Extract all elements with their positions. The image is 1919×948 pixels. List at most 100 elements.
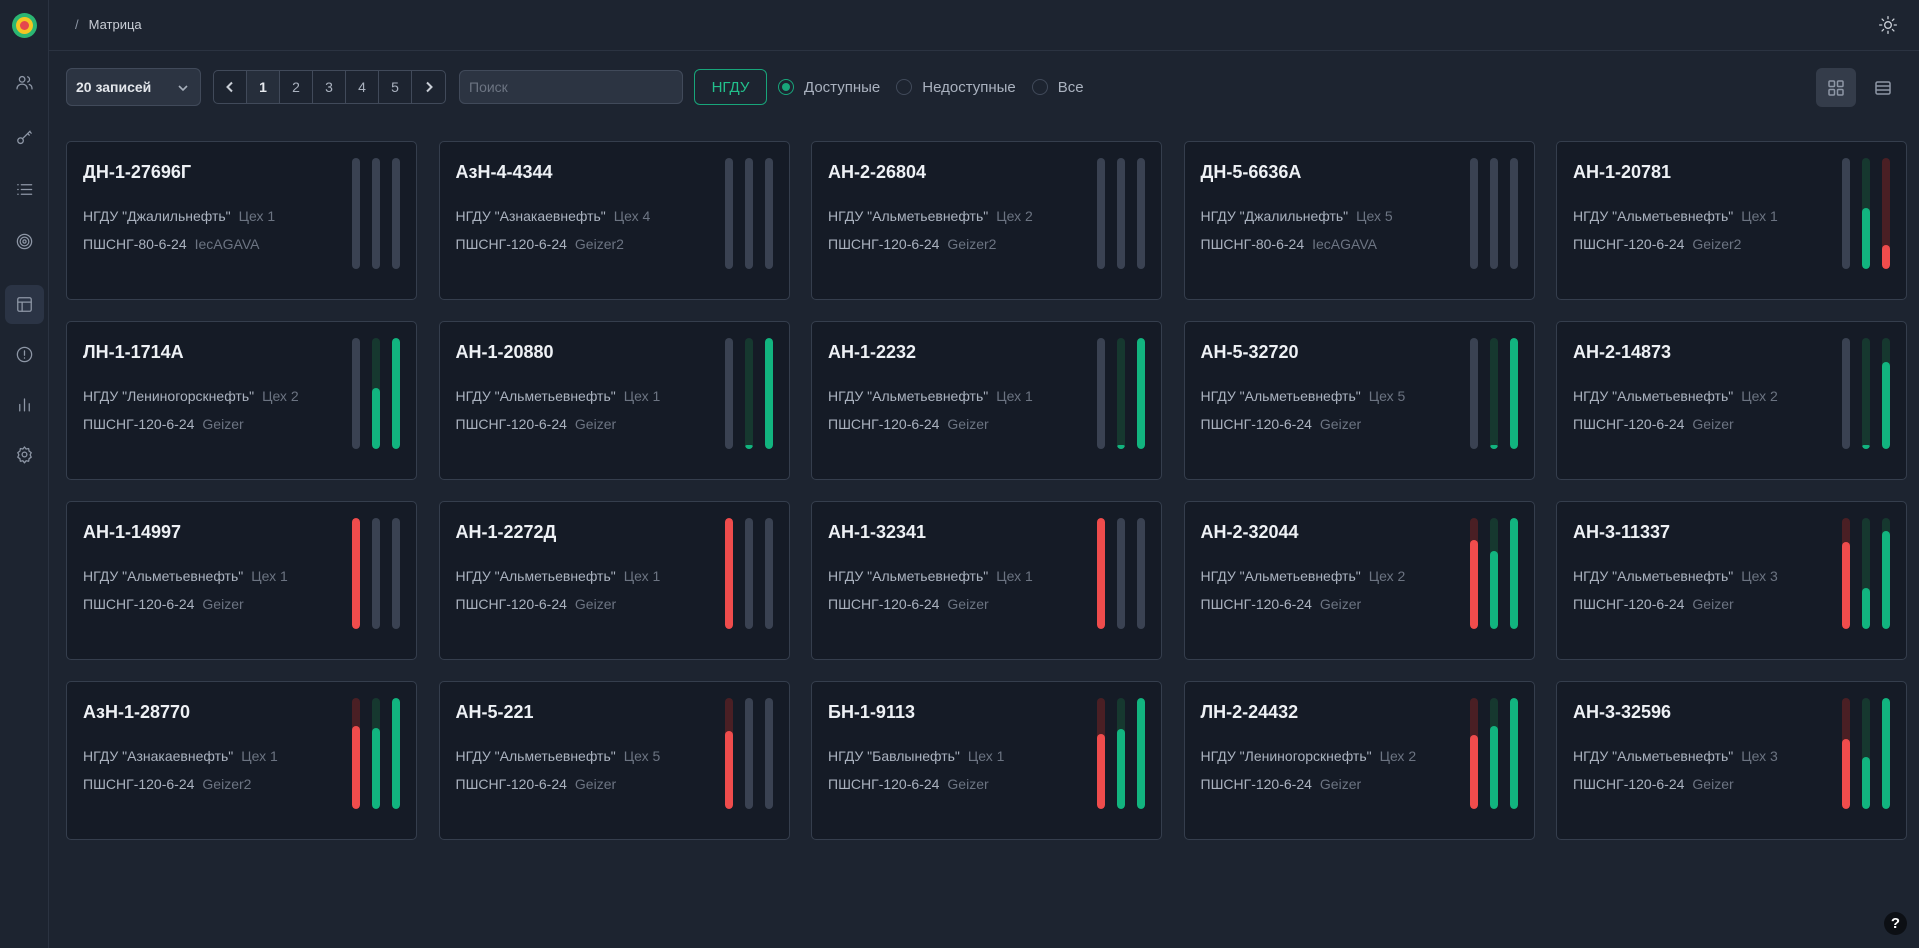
sidebar-item-stats[interactable]	[5, 385, 44, 424]
station-card[interactable]: АН-2-26804 НГДУ "Альметьевнефть" Цех 2 ПШСН…	[811, 141, 1162, 300]
station-model: ПШСНГ-120-6-24	[1573, 236, 1685, 252]
station-card[interactable]: АН-1-2272Д НГДУ "Альметьевнефть" Цех 1 ПШСН…	[438, 501, 790, 660]
help-button[interactable]: ?	[1884, 912, 1907, 935]
next-page-button[interactable]	[412, 71, 445, 103]
station-card[interactable]: ДН-1-27696Г НГДУ "Джалильнефть" Цех 1 ПШСНГ…	[66, 141, 417, 300]
app-logo[interactable]	[12, 13, 37, 38]
sidebar-item-target[interactable]	[5, 222, 44, 261]
status-bar-grey	[744, 518, 753, 629]
status-bar-fill	[1882, 698, 1890, 809]
station-ngdu: НГДУ "Джалильнефть"	[1200, 208, 1349, 224]
radio-all[interactable]: Все	[1031, 79, 1084, 96]
status-bar-green	[1117, 698, 1125, 809]
key-icon	[17, 130, 32, 145]
status-bar-fill	[1097, 734, 1105, 809]
station-card[interactable]: АН-1-2232 НГДУ "Альметьевнефть" Цех 1 ПШСНГ…	[811, 321, 1162, 480]
station-card[interactable]: АзН-1-28770 НГДУ "Азнакаевнефть" Цех 1 ПШСН…	[66, 681, 417, 840]
theme-toggle-button[interactable]	[1876, 13, 1900, 37]
station-card[interactable]: АН-5-221 НГДУ "Альметьевнефть" Цех 5 ПШСНГ-…	[438, 681, 790, 840]
grid-view-button[interactable]	[1816, 68, 1856, 107]
station-card[interactable]: АН-1-20880 НГДУ "Альметьевнефть" Цех 1 ПШСН…	[438, 321, 790, 480]
page-button[interactable]: 3	[313, 71, 346, 103]
station-name: АН-1-32341	[828, 522, 927, 542]
station-device: Geizer2	[947, 236, 997, 252]
station-ngdu-line: НГДУ "Альметьевнефть" Цех 2	[828, 208, 1033, 224]
status-bars	[352, 338, 400, 449]
radio-available[interactable]: Доступные	[778, 79, 880, 96]
ngdu-filter-button[interactable]: НГДУ	[694, 69, 767, 105]
station-card[interactable]: АН-3-32596 НГДУ "Альметьевнефть" Цех 3 ПШСН…	[1556, 681, 1907, 840]
station-model-line: ПШСНГ-120-6-24 Geizer2	[83, 776, 251, 792]
station-card[interactable]: АзН-4-4344 НГДУ "Азнакаевнефть" Цех 4 ПШСНГ…	[438, 141, 790, 300]
list-view-button[interactable]	[1863, 68, 1903, 107]
sidebar-item-matrix[interactable]	[5, 285, 44, 324]
search-input[interactable]	[459, 70, 683, 104]
station-device: Geizer	[1692, 776, 1734, 792]
station-model: ПШСНГ-120-6-24	[1573, 596, 1685, 612]
page-button[interactable]: 2	[280, 71, 313, 103]
sidebar-item-alerts[interactable]	[5, 335, 44, 374]
status-bar-fill	[1469, 540, 1478, 629]
station-card[interactable]: ЛН-2-24432 НГДУ "Лениногорскнефть" Цех 2 ПШ…	[1183, 681, 1535, 840]
station-ngdu: НГДУ "Альметьевнефть"	[828, 568, 989, 584]
station-ngdu: НГДУ "Джалильнефть"	[83, 208, 231, 224]
status-bar-fill	[352, 518, 360, 629]
station-name: АзН-4-4344	[455, 162, 553, 182]
status-bar-fill	[1862, 445, 1870, 449]
page-button[interactable]: 1	[247, 71, 280, 103]
status-bar-green	[1882, 698, 1890, 809]
status-bar-grey	[744, 698, 753, 809]
station-ngdu-line: НГДУ "Альметьевнефть" Цех 1	[828, 388, 1033, 404]
status-bar-fill	[1842, 739, 1850, 809]
station-card[interactable]: АН-3-11337 НГДУ "Альметьевнефть" Цех 3 ПШСН…	[1556, 501, 1907, 660]
radio-unavailable[interactable]: Недоступные	[896, 79, 1016, 96]
status-bar-fill	[1842, 542, 1850, 629]
station-card[interactable]: АН-1-14997 НГДУ "Альметьевнефть" Цех 1 ПШСН…	[66, 501, 417, 660]
radio-indicator	[896, 79, 913, 95]
status-bar-fill	[1882, 245, 1890, 269]
station-model: ПШСНГ-120-6-24	[1573, 416, 1685, 432]
station-model-line: ПШСНГ-120-6-24 Geizer	[1201, 416, 1362, 432]
station-card[interactable]: АН-2-32044 НГДУ "Альметьевнефть" Цех 2 ПШСН…	[1183, 501, 1535, 660]
status-bar-fill	[372, 728, 380, 809]
breadcrumb-current[interactable]: Матрица	[89, 17, 142, 32]
station-card[interactable]: ДН-5-6636А НГДУ "Джалильнефть" Цех 5 ПШСНГ-…	[1183, 141, 1535, 300]
station-shop: Цех 1	[238, 208, 276, 224]
station-device: Geizer	[1319, 596, 1362, 612]
status-bars	[1842, 158, 1890, 269]
sidebar-item-list[interactable]	[5, 170, 44, 209]
sidebar-item-settings[interactable]	[5, 435, 44, 474]
station-model-line: ПШСНГ-120-6-24 Geizer	[828, 776, 989, 792]
station-model: ПШСНГ-120-6-24	[828, 596, 940, 612]
station-name: ЛН-2-24432	[1200, 702, 1299, 722]
station-model-line: ПШСНГ-80-6-24 IecAGAVA	[83, 236, 259, 252]
station-card[interactable]: АН-1-32341 НГДУ "Альметьевнефть" Цех 1 ПШСН…	[811, 501, 1162, 660]
station-card[interactable]: АН-1-20781 НГДУ "Альметьевнефть" Цех 1 ПШСН…	[1556, 141, 1907, 300]
status-bars	[1469, 158, 1518, 269]
station-card[interactable]: АН-2-14873 НГДУ "Альметьевнефть" Цех 2 ПШСН…	[1556, 321, 1907, 480]
station-device: Geizer	[574, 776, 617, 792]
station-card[interactable]: БН-1-9113 НГДУ "Бавлынефть" Цех 1 ПШСНГ-120…	[811, 681, 1162, 840]
page-size-select[interactable]: 20 записей	[66, 68, 201, 106]
station-card[interactable]: АН-5-32720 НГДУ "Альметьевнефть" Цех 5 ПШСН…	[1183, 321, 1535, 480]
status-bar-grey	[724, 338, 733, 449]
sidebar-item-users[interactable]	[5, 63, 44, 102]
station-model: ПШСНГ-120-6-24	[828, 236, 940, 252]
station-ngdu: НГДУ "Альметьевнефть"	[1573, 748, 1734, 764]
station-name: АзН-1-28770	[83, 702, 190, 722]
status-bar-fill	[1469, 735, 1478, 809]
station-device: Geizer2	[574, 236, 624, 252]
station-ngdu-line: НГДУ "Азнакаевнефть" Цех 4	[456, 208, 651, 224]
status-bar-fill	[1862, 208, 1870, 269]
station-model-line: ПШСНГ-120-6-24 Geizer2	[456, 236, 624, 252]
page-button[interactable]: 5	[379, 71, 412, 103]
status-bar-green	[392, 338, 400, 449]
station-ngdu-line: НГДУ "Альметьевнефть" Цех 3	[1573, 568, 1778, 584]
station-card[interactable]: ЛН-1-1714А НГДУ "Лениногорскнефть" Цех 2 ПШ…	[66, 321, 417, 480]
sidebar-item-keys[interactable]	[5, 118, 44, 157]
page-button[interactable]: 4	[346, 71, 379, 103]
status-bar-green	[372, 698, 380, 809]
status-bar-grey	[392, 518, 400, 629]
prev-page-button[interactable]	[214, 71, 247, 103]
bar-chart-icon	[19, 398, 30, 412]
